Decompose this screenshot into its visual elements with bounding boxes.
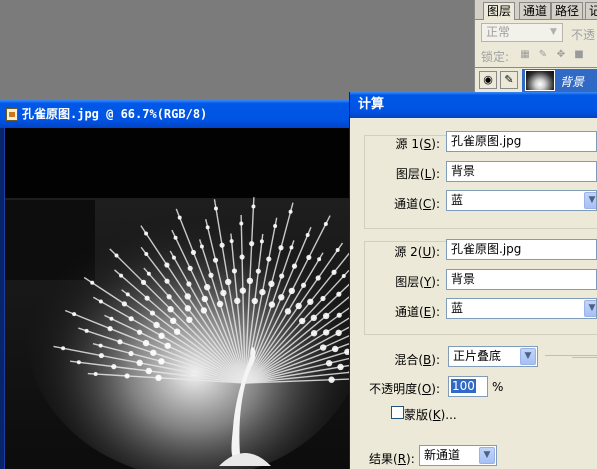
source2-channel-label: 通道(E):	[394, 305, 440, 319]
source1-label-text: 源 1	[395, 137, 419, 151]
document-title: 孔雀原图.jpg @ 66.7%(RGB/8)	[22, 107, 208, 121]
source2-layer-select[interactable]: 背景	[446, 269, 597, 290]
layer-thumbnail	[525, 70, 555, 91]
source1-layer-label: 图层(L):	[395, 167, 440, 181]
source1-layer-select[interactable]: 背景	[446, 161, 597, 182]
opacity-input[interactable]: 100	[448, 376, 488, 397]
source1-channel-accel: C	[422, 197, 432, 211]
peacock-image	[5, 128, 350, 469]
tab-paths[interactable]: 路径	[551, 2, 584, 19]
result-label-text: 结果	[369, 452, 394, 466]
chevron-down-icon: ▼	[550, 27, 557, 37]
chevron-down-icon[interactable]: ▼	[520, 348, 536, 365]
source2-channel-value: 蓝	[451, 301, 464, 315]
source1-layer-value: 背景	[451, 164, 476, 178]
tab-history[interactable]: 记	[585, 2, 597, 19]
source2-document-select[interactable]: 孔雀原图.jpg	[446, 239, 597, 260]
layer-item-background[interactable]: 背景	[522, 69, 597, 92]
blending-rule	[545, 355, 597, 356]
source2-layer-accel: Y	[423, 275, 432, 289]
layers-panel: 图层 通道 路径 记 正常 ▼ 不透 锁定: ▦ ✎ ✥ ■ ◉ ✎ 背景	[474, 0, 597, 92]
source2-accel: U	[422, 245, 432, 259]
brush-icon[interactable]: ✎	[500, 71, 518, 89]
chevron-down-icon[interactable]: ▼	[479, 447, 495, 464]
result-accel: R	[397, 452, 407, 466]
source1-document-select[interactable]: 孔雀原图.jpg	[446, 131, 597, 152]
source1-layer-accel: L	[424, 167, 432, 181]
opacity-label: 不透明度(O):	[369, 382, 440, 396]
mask-accel: K	[432, 408, 441, 422]
source2-layer-label: 图层(Y):	[395, 275, 440, 289]
source1-channel-value: 蓝	[451, 193, 464, 207]
mask-checkbox[interactable]	[391, 406, 404, 419]
blending-divider	[572, 357, 597, 358]
chevron-down-icon[interactable]: ▼	[584, 192, 596, 209]
source1-channel-select[interactable]: 蓝 ▼	[446, 190, 597, 211]
result-select[interactable]: 新通道 ▼	[419, 445, 497, 466]
lock-row: 锁定: ▦ ✎ ✥ ■	[475, 46, 597, 66]
blend-row: 正常 ▼ 不透	[475, 22, 597, 44]
opacity-unit: %	[492, 380, 504, 394]
source1-accel: S	[423, 137, 432, 151]
source2-document-value: 孔雀原图.jpg	[451, 242, 522, 256]
mask-label[interactable]: 蒙版(K)...	[404, 406, 457, 423]
blending-label: 混合(B):	[394, 353, 440, 367]
result-label: 结果(R):	[369, 452, 415, 466]
layer-blend-mode-select[interactable]: 正常 ▼	[481, 23, 563, 42]
chevron-down-icon[interactable]: ▼	[584, 300, 596, 317]
source2-label-text: 源 2	[394, 245, 418, 259]
source1-label: 源 1(S):	[395, 137, 441, 151]
tab-channels[interactable]: 通道	[519, 2, 552, 19]
result-value: 新通道	[424, 448, 461, 462]
source1-document-value: 孔雀原图.jpg	[451, 134, 522, 148]
eye-icon[interactable]: ◉	[479, 71, 497, 89]
source1-layer-label-text: 图层	[395, 167, 420, 181]
source1-channel-label-text: 通道	[394, 197, 419, 211]
blending-mode-select[interactable]: 正片叠底 ▼	[448, 346, 538, 367]
source2-channel-label-text: 通道	[394, 305, 419, 319]
blending-label-text: 混合	[394, 353, 419, 367]
source2-channel-select[interactable]: 蓝 ▼	[446, 298, 597, 319]
layer-name: 背景	[560, 75, 585, 89]
palette-tabs: 图层 通道 路径 记	[475, 0, 597, 20]
blending-accel: B	[423, 353, 432, 367]
opacity-accel: O	[421, 382, 432, 396]
dialog-title[interactable]: 计算	[350, 92, 597, 118]
image-canvas[interactable]	[4, 128, 350, 469]
opacity-label-text: 不透明度	[369, 382, 418, 396]
source2-layer-label-text: 图层	[395, 275, 420, 289]
document-window: 孔雀原图.jpg @ 66.7%(RGB/8)	[0, 100, 360, 469]
pixel-lock-icon[interactable]: ✎	[537, 49, 549, 61]
source1-channel-label: 通道(C):	[394, 197, 440, 211]
layer-row[interactable]: ◉ ✎ 背景	[475, 67, 597, 92]
document-icon	[6, 108, 18, 121]
mask-label-text: 蒙版	[404, 408, 429, 422]
document-title-bar[interactable]: 孔雀原图.jpg @ 66.7%(RGB/8)	[0, 100, 360, 128]
layer-blend-mode-value: 正常	[486, 25, 511, 39]
move-lock-icon[interactable]: ✥	[555, 49, 567, 61]
layer-opacity-label: 不透	[571, 28, 596, 42]
source2-channel-accel: E	[423, 305, 432, 319]
transparency-lock-icon[interactable]: ▦	[519, 49, 531, 61]
opacity-value: 100	[451, 379, 476, 393]
lock-label: 锁定:	[481, 50, 510, 64]
tab-layers[interactable]: 图层	[483, 2, 516, 20]
source2-layer-value: 背景	[451, 272, 476, 286]
blending-mode-value: 正片叠底	[453, 349, 502, 363]
all-lock-icon[interactable]: ■	[573, 49, 585, 61]
mask-suffix: ...	[445, 408, 457, 422]
source2-label: 源 2(U):	[394, 245, 440, 259]
